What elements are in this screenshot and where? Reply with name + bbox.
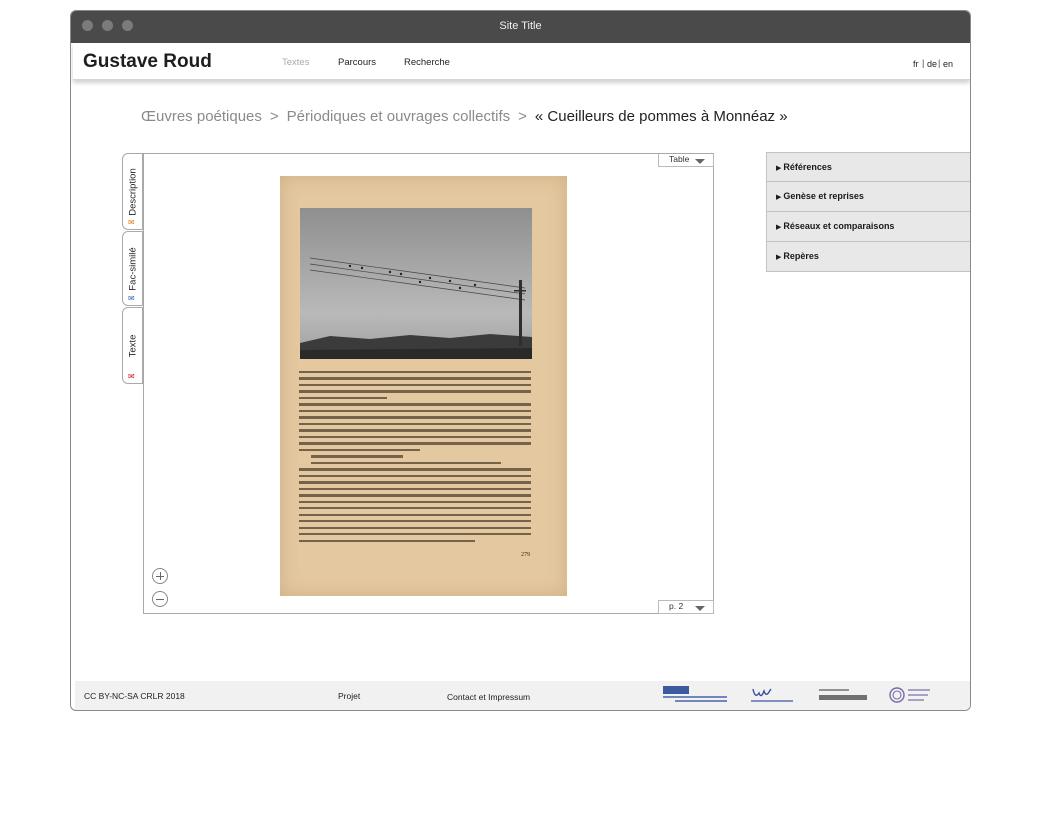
accordion-label: Références — [783, 162, 832, 172]
footer-project-link[interactable]: Projet — [338, 691, 360, 701]
lang-de[interactable]: de — [927, 59, 937, 69]
tab-description-label: Description — [127, 167, 138, 216]
breadcrumb: Œuvres poétiques > Périodiques et ouvrages… — [141, 108, 788, 125]
page-select-value: p. 2 — [669, 601, 684, 611]
site-header: Gustave Roud Textes Parcours Recherche f… — [73, 43, 970, 80]
caret-right-icon: ▶ — [776, 254, 782, 261]
envelope-icon: ✉ — [128, 372, 135, 381]
tab-description[interactable]: Description ✉ — [122, 153, 143, 230]
facsimile-page-image: 279 — [280, 176, 567, 596]
accordion-label: Repères — [783, 251, 819, 261]
tab-texte-label: Texte — [127, 334, 138, 357]
gustave-roud-association-logo[interactable] — [817, 685, 869, 705]
chevron-down-icon — [695, 606, 705, 611]
nav-parcours[interactable]: Parcours — [338, 57, 376, 68]
lang-separator: | — [938, 58, 941, 68]
clsr-logo[interactable] — [887, 685, 933, 705]
accordion-label: Genèse et reprises — [783, 191, 864, 201]
tab-texte[interactable]: Texte ✉ — [122, 307, 143, 384]
info-accordion: ▶ Références ▶ Genèse et reprises ▶ Réseaux… — [766, 152, 970, 272]
tab-fac-simile[interactable]: Fac-similé ✉ — [122, 231, 143, 306]
license-text[interactable]: CC BY-NC-SA CRLR 2018 — [84, 691, 185, 701]
tab-fac-simile-label: Fac-similé — [127, 246, 138, 291]
accordion-reperes[interactable]: ▶ Repères — [766, 242, 970, 272]
page-select[interactable]: p. 2 — [658, 600, 714, 614]
photo-landscape-image — [300, 208, 532, 359]
site-footer: CC BY-NC-SA CRLR 2018 Projet Contact et … — [75, 681, 970, 710]
lang-fr[interactable]: fr — [913, 59, 919, 69]
caret-right-icon: ▶ — [776, 224, 782, 231]
table-select[interactable]: Table — [658, 154, 714, 167]
scan-page-number: 279 — [521, 552, 530, 558]
table-select-value: Table — [669, 154, 690, 164]
facsimile-text-lines — [299, 371, 531, 546]
breadcrumb-item[interactable]: Œuvres poétiques — [141, 108, 262, 125]
accordion-reseaux[interactable]: ▶ Réseaux et comparaisons — [766, 212, 970, 242]
lang-en[interactable]: en — [943, 59, 953, 69]
nav-recherche[interactable]: Recherche — [404, 57, 450, 68]
facsimile-photo — [300, 208, 532, 359]
caret-right-icon: ▶ — [776, 165, 782, 172]
breadcrumb-separator: > — [518, 108, 527, 125]
browser-window: Site Title Gustave Roud Textes Parcours … — [70, 10, 971, 711]
fns-snf-logo[interactable] — [661, 685, 729, 705]
envelope-icon: ✉ — [128, 294, 135, 303]
window-title: Site Title — [499, 20, 542, 32]
site-name[interactable]: Gustave Roud — [83, 51, 212, 73]
facsimile-viewer[interactable]: Table 279 p. 2 — [143, 153, 714, 614]
accordion-label: Réseaux et comparaisons — [783, 221, 895, 231]
zoom-out-icon[interactable] — [152, 591, 168, 607]
lang-separator: | — [922, 58, 925, 68]
breadcrumb-separator: > — [269, 108, 279, 125]
breadcrumb-item[interactable]: Périodiques et ouvrages collectifs — [287, 108, 510, 125]
envelope-icon: ✉ — [128, 218, 135, 227]
unil-logo[interactable] — [749, 685, 795, 705]
accordion-genese[interactable]: ▶ Genèse et reprises — [766, 182, 970, 212]
chevron-down-icon — [695, 159, 705, 164]
nav-textes[interactable]: Textes — [282, 57, 309, 68]
title-bar: Site Title — [71, 11, 970, 43]
zoom-in-icon[interactable] — [152, 568, 168, 584]
accordion-references[interactable]: ▶ Références — [766, 152, 970, 182]
caret-right-icon: ▶ — [776, 194, 782, 201]
footer-contact-link[interactable]: Contact et Impressum — [447, 692, 530, 702]
breadcrumb-current: « Cueilleurs de pommes à Monnéaz » — [534, 108, 788, 125]
